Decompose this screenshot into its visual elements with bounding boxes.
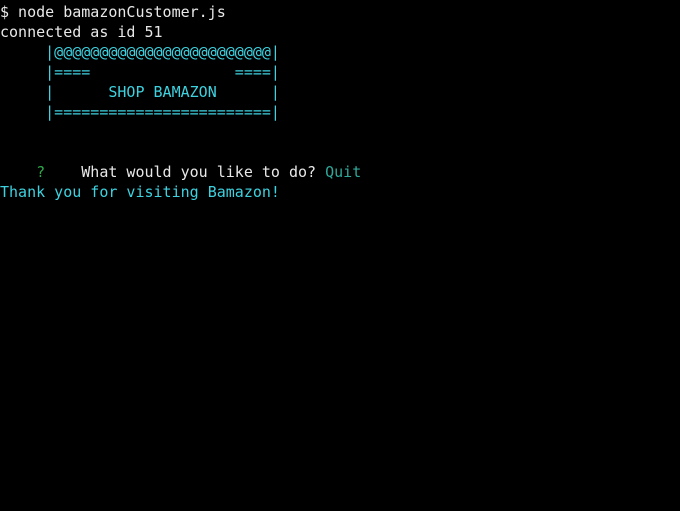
prompt-answer: Quit bbox=[325, 163, 362, 181]
banner-title: | SHOP BAMAZON | bbox=[0, 83, 280, 101]
prompt-question: What would you like to do? bbox=[81, 163, 317, 181]
prompt-line: ? What would you like to do? Quit bbox=[0, 142, 361, 181]
farewell-message: Thank you for visiting Bamazon! bbox=[0, 183, 280, 201]
banner-bottom-border: |========================| bbox=[0, 103, 280, 121]
command-line: $ node bamazonCustomer.js bbox=[0, 3, 226, 21]
banner-top-border: |@@@@@@@@@@@@@@@@@@@@@@@@| bbox=[0, 43, 280, 61]
banner-accent-row: |==== ====| bbox=[0, 63, 280, 81]
prompt-marker-icon: ? bbox=[36, 163, 46, 181]
terminal-window[interactable]: $ node bamazonCustomer.js connected as i… bbox=[0, 0, 680, 511]
connection-status: connected as id 51 bbox=[0, 23, 163, 41]
